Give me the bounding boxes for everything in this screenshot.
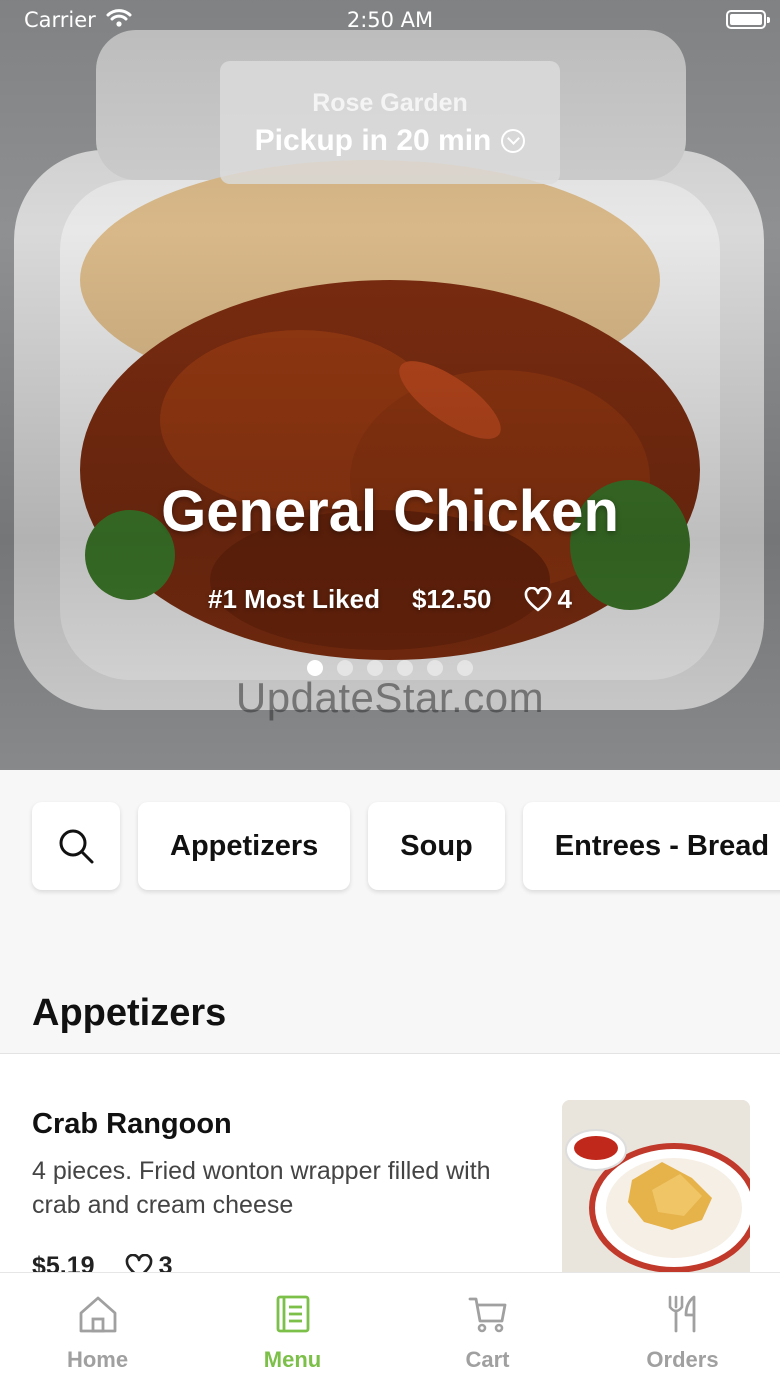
featured-likes: 4	[524, 584, 572, 615]
tab-bar[interactable]: Home Menu Cart Orders	[0, 1272, 780, 1387]
menu-item-photo	[562, 1100, 750, 1290]
tab-menu[interactable]: Menu	[195, 1273, 390, 1387]
orders-icon	[668, 1295, 695, 1333]
pickup-selector[interactable]: Rose Garden Pickup in 20 min	[220, 61, 560, 184]
featured-item-title: General Chicken	[161, 479, 619, 544]
menu-item-name: Crab Rangoon	[32, 1108, 232, 1140]
category-bar[interactable]: Appetizers Soup Entrees - Bread	[32, 802, 780, 890]
menu-icon	[276, 1295, 309, 1333]
tab-cart[interactable]: Cart	[390, 1273, 585, 1387]
featured-likes-count: 4	[557, 584, 572, 614]
tab-orders-label: Orders	[646, 1347, 719, 1372]
watermark: UpdateStar.com	[235, 674, 545, 721]
tab-cart-label: Cart	[465, 1347, 510, 1372]
store-name: Rose Garden	[312, 89, 468, 117]
menu-item-card[interactable]: Crab Rangoon 4 pieces. Fried wonton wrap…	[0, 1054, 780, 1294]
battery-icon	[726, 10, 770, 29]
search-button[interactable]	[32, 802, 120, 890]
chevron-down-circle-icon	[501, 129, 526, 153]
featured-price: $12.50	[411, 584, 492, 614]
section-title: Appetizers	[32, 992, 227, 1034]
status-bar: Carrier 2:50 AM	[0, 0, 780, 40]
cart-icon	[468, 1297, 506, 1333]
category-chip-soup[interactable]: Soup	[368, 802, 505, 890]
tab-menu-label: Menu	[263, 1347, 322, 1372]
tab-home-label: Home	[66, 1347, 129, 1372]
featured-rank: #1 Most Liked	[208, 584, 380, 614]
home-icon	[79, 1296, 116, 1333]
tab-home[interactable]: Home	[0, 1273, 195, 1387]
status-time: 2:50 AM	[346, 8, 434, 32]
heart-icon	[524, 586, 551, 611]
featured-item-meta: #1 Most Liked $12.50 4	[0, 584, 780, 615]
menu-item-description: 4 pieces. Fried wonton wrapper filled wi…	[32, 1157, 491, 1219]
search-icon	[59, 829, 94, 864]
tab-orders[interactable]: Orders	[585, 1273, 780, 1387]
category-chip-appetizers[interactable]: Appetizers	[138, 802, 351, 890]
hero-banner[interactable]: Carrier 2:50 AM Rose Garden Pickup in 20…	[0, 0, 780, 770]
pickup-time: Pickup in 20 min	[220, 124, 560, 158]
category-chip-entrees-bread[interactable]: Entrees - Bread	[522, 802, 780, 890]
pickup-time-label: Pickup in 20 min	[254, 124, 492, 157]
